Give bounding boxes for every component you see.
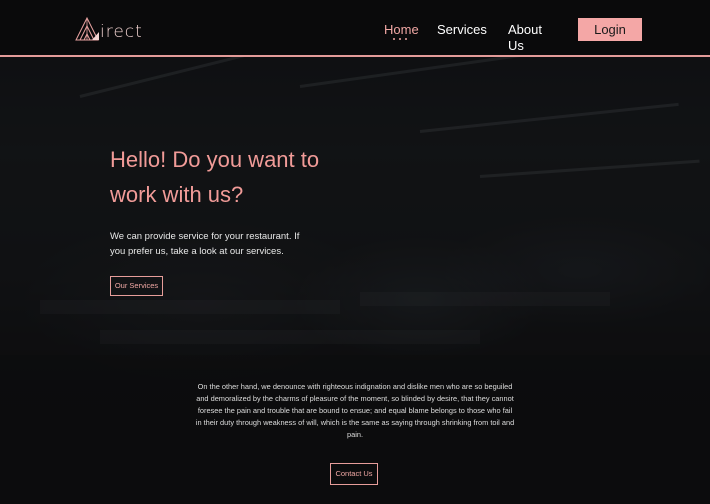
our-services-button[interactable]: Our Services xyxy=(110,276,163,296)
site-header: irect Home Services About Us Login xyxy=(0,0,710,57)
hero-title: Hello! Do you want to work with us? xyxy=(110,147,320,207)
contact-us-button[interactable]: Contact Us xyxy=(330,463,378,485)
logo-text: irect xyxy=(100,22,143,42)
login-button[interactable]: Login xyxy=(578,18,642,41)
nav-item-services[interactable]: Services xyxy=(437,22,487,38)
hero-description: We can provide service for your restaura… xyxy=(110,231,300,257)
about-paragraph: On the other hand, we denounce with righ… xyxy=(195,382,515,439)
nav-item-about-us[interactable]: About Us xyxy=(508,22,542,54)
active-indicator xyxy=(393,38,407,41)
nav-item-home[interactable]: Home xyxy=(384,22,419,38)
logo-mark-icon xyxy=(75,16,99,41)
logo[interactable]: irect xyxy=(74,14,143,42)
